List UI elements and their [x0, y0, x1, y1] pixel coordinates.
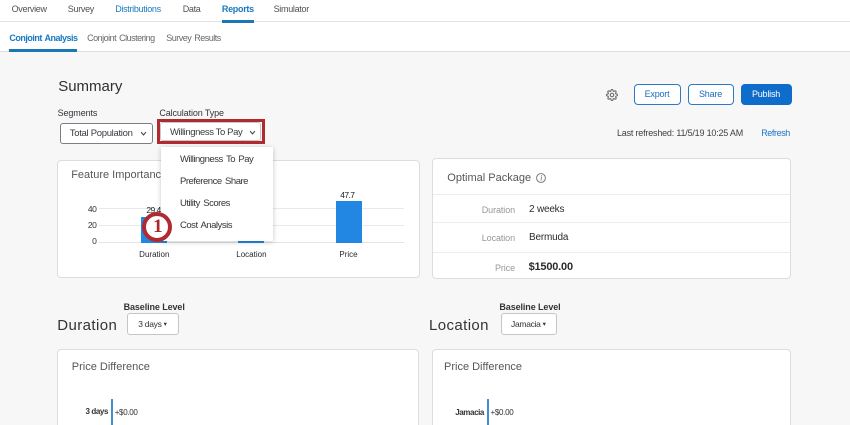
svg-text:i: i: [540, 173, 542, 182]
